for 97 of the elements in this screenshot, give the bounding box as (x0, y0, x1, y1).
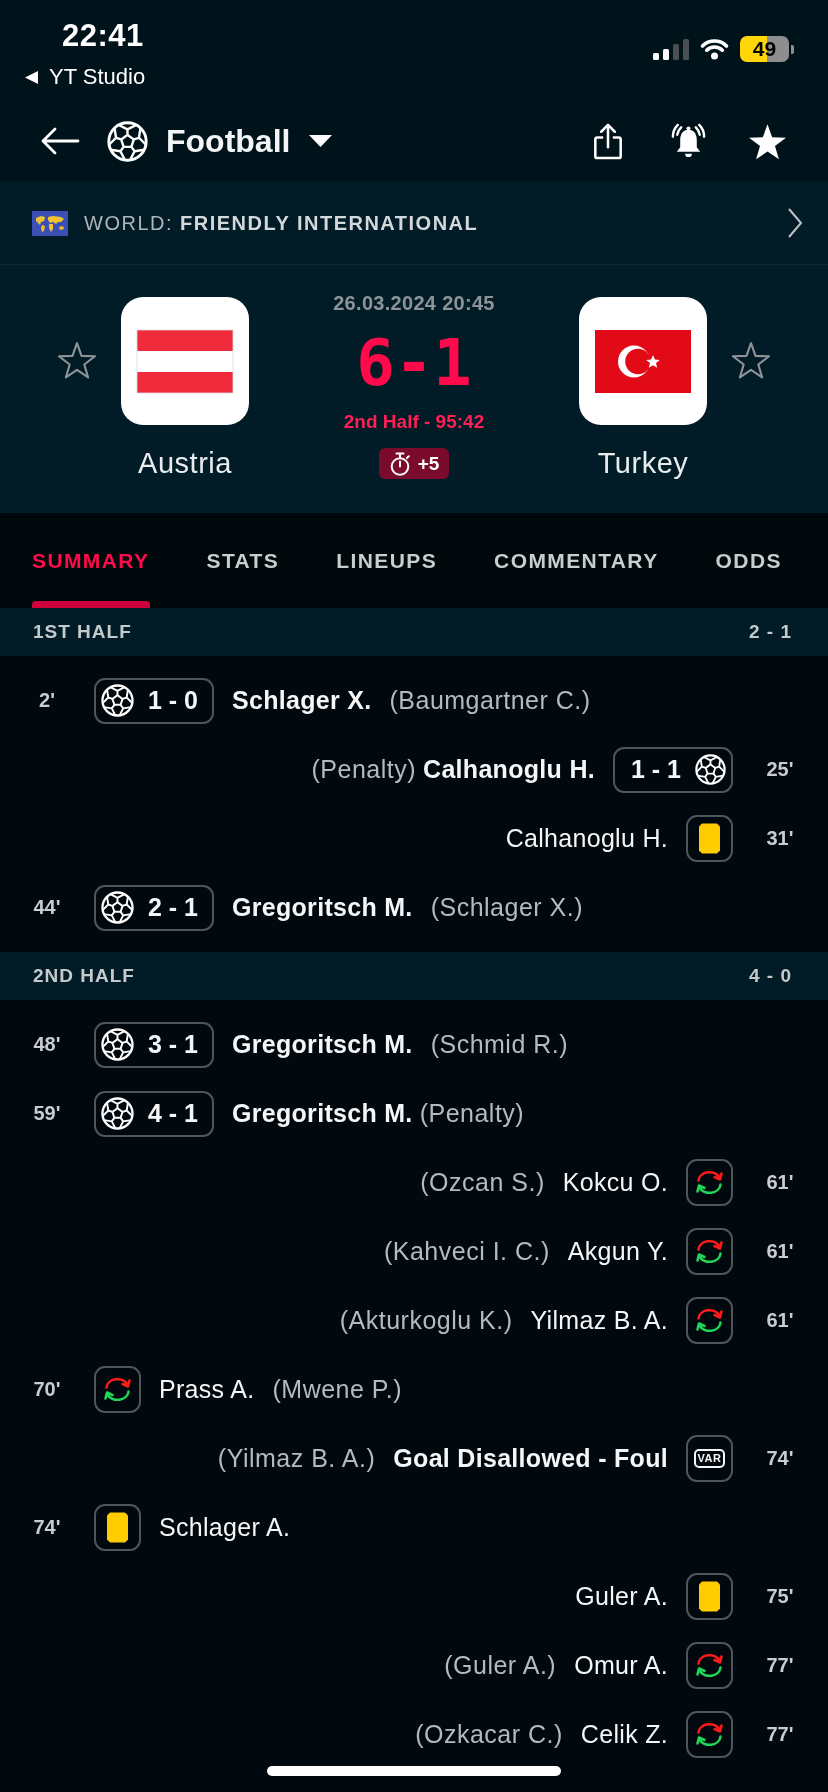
event-minute: 44' (32, 896, 62, 919)
wifi-icon (699, 38, 730, 60)
soccer-ball-icon (101, 891, 134, 924)
player-name: Omur A. (574, 1651, 668, 1680)
event-detail: (Guler A.) (444, 1651, 557, 1680)
tab[interactable]: ODDS (715, 513, 782, 608)
soccer-ball-icon (101, 684, 134, 717)
player-name: Calhanoglu H. (505, 824, 668, 853)
event-minute: 74' (32, 1516, 62, 1539)
section-score: 2 - 1 (748, 621, 792, 643)
back-to-app-button[interactable]: YT Studio (25, 66, 146, 88)
swap-arrows-icon (686, 1159, 733, 1206)
event-minute: 31' (765, 827, 795, 850)
section-title: 1ST HALF (33, 621, 132, 643)
penalty-note: (Penalty) (311, 755, 417, 784)
goal-score: 2 - 1 (147, 893, 198, 922)
favorite-star-icon[interactable] (731, 341, 771, 379)
event-detail: (Ozkacar C.) (415, 1720, 563, 1749)
event-minute: 74' (765, 1447, 795, 1470)
player-name: Akgun Y. (567, 1237, 668, 1266)
player-name: Prass A. (159, 1375, 255, 1404)
event-detail: (Schmid R.) (430, 1030, 569, 1059)
card-icon (686, 815, 733, 862)
world-map-icon (32, 210, 68, 236)
tab[interactable]: COMMENTARY (494, 513, 659, 608)
event-minute: 61' (765, 1309, 795, 1332)
goal-score: 1 - 1 (631, 755, 682, 784)
favorite-star-icon[interactable] (57, 341, 97, 379)
status-time: 22:41 (62, 18, 144, 54)
goal-score: 1 - 0 (147, 686, 198, 715)
event-minute: 25' (765, 758, 795, 781)
team-name: Turkey (597, 446, 689, 480)
event-minute: 59' (32, 1102, 62, 1125)
player-name: Schlager A. (159, 1513, 291, 1542)
event-minute: 61' (765, 1240, 795, 1263)
flag-icon (121, 297, 249, 425)
card-icon (686, 1573, 733, 1620)
tab[interactable]: SUMMARY (32, 513, 150, 608)
event-detail: (Schlager X.) (430, 893, 583, 922)
card-icon (94, 1504, 141, 1551)
sport-selector[interactable]: Football (107, 120, 333, 162)
event-minute: 2' (38, 689, 56, 712)
stopwatch-icon (388, 451, 411, 476)
flag-icon (579, 297, 707, 425)
back-triangle-icon (25, 70, 38, 84)
battery-indicator: 49 (740, 36, 794, 62)
back-arrow-icon[interactable] (40, 126, 80, 156)
swap-arrows-icon (686, 1711, 733, 1758)
tab[interactable]: STATS (206, 513, 280, 608)
player-name: Schlager X. (232, 686, 372, 715)
signal-icon (653, 38, 689, 60)
match-status: 2nd Half - 95:42 (343, 410, 485, 433)
event-detail: (Kahveci I. C.) (383, 1237, 550, 1266)
soccer-ball-icon (101, 1097, 134, 1130)
event-detail: (Ozcan S.) (420, 1168, 545, 1197)
star-icon[interactable] (747, 121, 788, 161)
event-minute: 75' (765, 1585, 795, 1608)
event-minute: 48' (32, 1033, 62, 1056)
swap-arrows-icon (686, 1642, 733, 1689)
player-name: Guler A. (575, 1582, 668, 1611)
var-badge: VAR (693, 1449, 726, 1468)
goal-score: 4 - 1 (147, 1099, 198, 1128)
event-detail: (Mwene P.) (272, 1375, 403, 1404)
player-name: Celik Z. (580, 1720, 668, 1749)
penalty-note: (Penalty) (419, 1099, 525, 1128)
match-score: 6-1 (356, 331, 472, 395)
event-detail: (Yilmaz B. A.) (217, 1444, 376, 1473)
event-minute: 70' (32, 1378, 62, 1401)
soccer-ball-icon (107, 120, 148, 162)
match-date: 26.03.2024 20:45 (333, 291, 495, 315)
added-time: +5 (417, 452, 440, 475)
soccer-ball-icon (101, 1028, 134, 1061)
swap-arrows-icon (686, 1228, 733, 1275)
tab[interactable]: LINEUPS (336, 513, 438, 608)
swap-arrows-icon (94, 1366, 141, 1413)
player-name: Yilmaz B. A. (530, 1306, 668, 1335)
player-name: Gregoritsch M. (232, 1030, 413, 1059)
section-score: 4 - 0 (748, 965, 792, 987)
player-name: Gregoritsch M. (232, 1099, 413, 1128)
section-title: 2ND HALF (33, 965, 135, 987)
event-description: Goal Disallowed - Foul (393, 1444, 668, 1473)
player-name: Kokcu O. (562, 1168, 668, 1197)
team-name: Austria (138, 446, 232, 480)
event-detail: (Akturkoglu K.) (339, 1306, 513, 1335)
competition-name: WORLD: FRIENDLY INTERNATIONAL (84, 211, 479, 235)
swap-arrows-icon (686, 1297, 733, 1344)
event-minute: 61' (765, 1171, 795, 1194)
event-minute: 77' (765, 1723, 795, 1746)
player-name: Gregoritsch M. (232, 893, 413, 922)
chevron-right-icon (787, 207, 803, 239)
soccer-ball-icon (695, 753, 726, 786)
player-name: Calhanoglu H. (423, 755, 595, 784)
competition-bar[interactable]: WORLD: FRIENDLY INTERNATIONAL (0, 182, 828, 265)
goal-score: 3 - 1 (147, 1030, 198, 1059)
caret-icon (309, 135, 333, 147)
event-detail: (Baumgartner C.) (389, 686, 591, 715)
event-minute: 77' (765, 1654, 795, 1677)
